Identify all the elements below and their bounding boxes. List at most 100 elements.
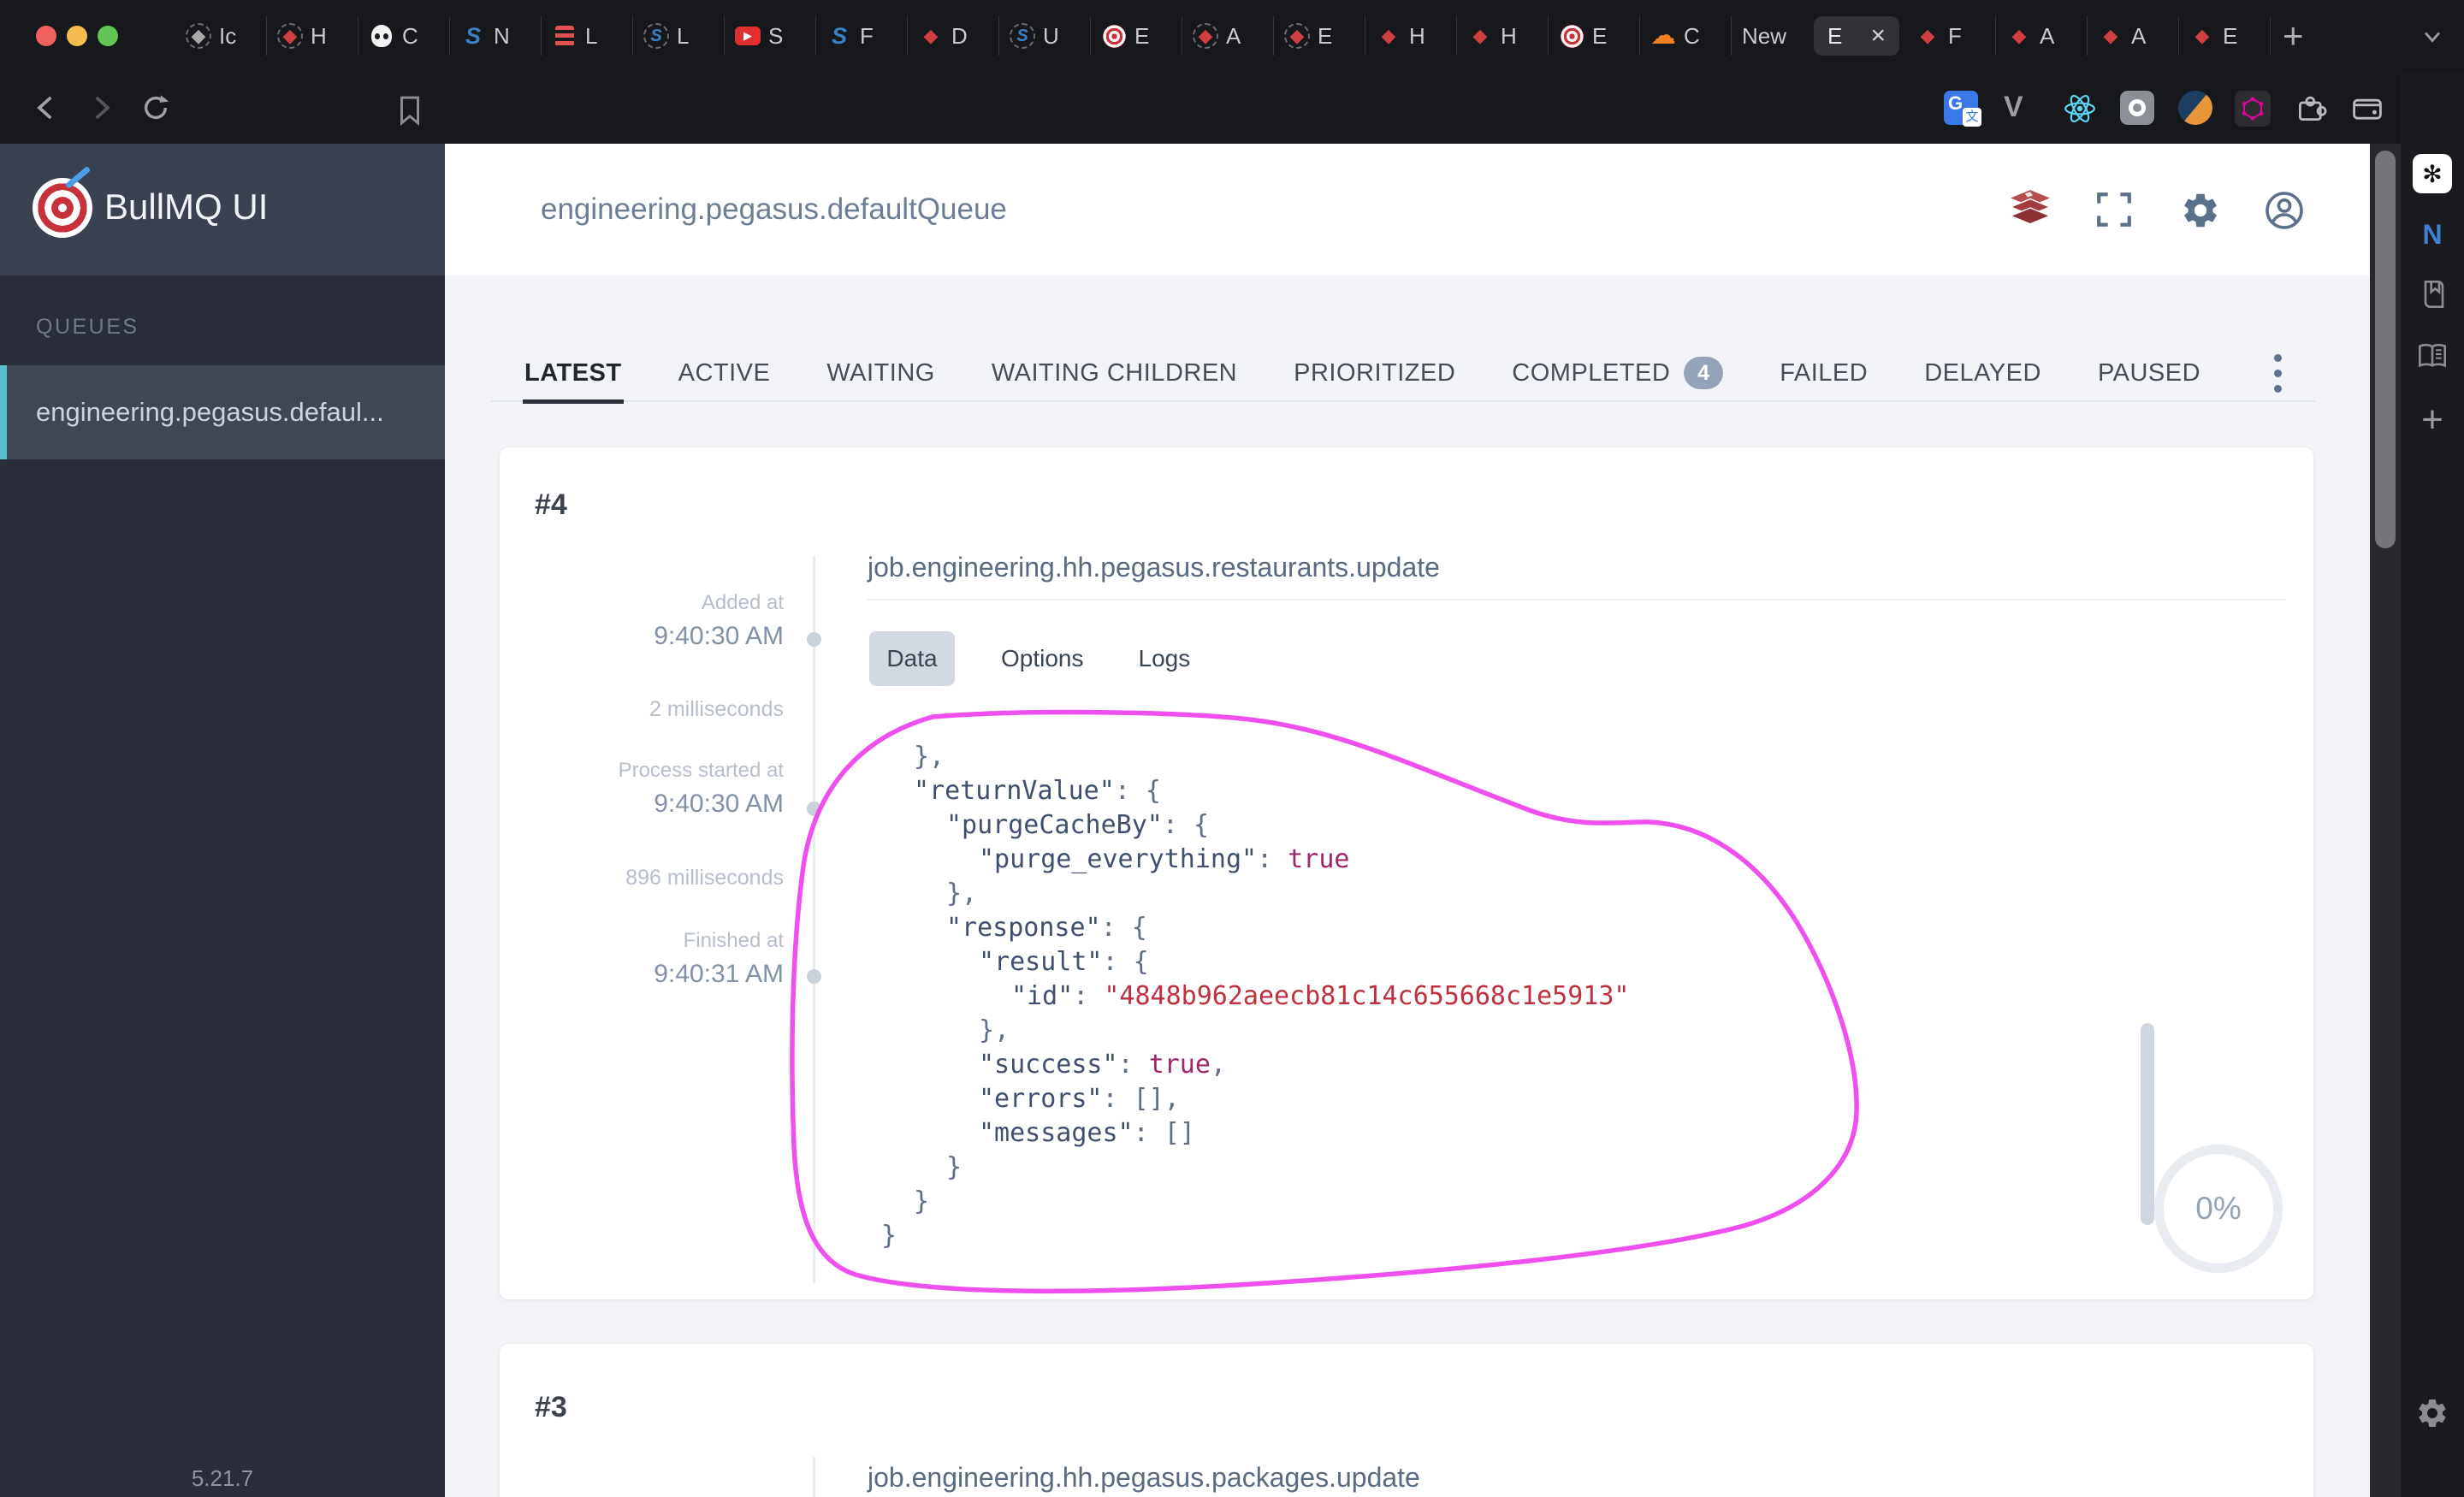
status-tab-delayed[interactable]: DELAYED: [1924, 359, 2041, 388]
reload-icon[interactable]: [139, 91, 173, 125]
browser-tab[interactable]: SN: [450, 16, 542, 56]
status-tab-waiting-children[interactable]: WAITING CHILDREN: [992, 359, 1237, 388]
job-tab-logs[interactable]: Logs: [1130, 645, 1199, 672]
close-tab-icon[interactable]: ×: [1870, 21, 1886, 50]
forward-icon[interactable]: [84, 91, 118, 125]
browser-tab[interactable]: SL: [633, 16, 725, 56]
zoom-window-button[interactable]: [98, 26, 118, 46]
active-indicator: [0, 365, 7, 459]
browser-tab-strip: ◆ Ic ◆ H C S N L S L ▶ S S F ◆ D S U E ◆ A ◆ E ◆ H ◆ H E ☁ C New E × ◆ F ◆…: [0, 0, 2464, 72]
status-tab-label: WAITING CHILDREN: [991, 358, 1238, 387]
red-diamond-loading-icon: ◆: [277, 23, 303, 49]
browser-toolbar: pegasus-helper.hh-engineering.my.id/bull…: [0, 72, 2464, 207]
browser-tab[interactable]: ◆ A: [1182, 16, 1274, 56]
code-scrollbar[interactable]: [2141, 1023, 2154, 1225]
sidebar-header: BullMQ UI: [0, 144, 445, 275]
minimize-window-button[interactable]: [67, 26, 87, 46]
tab-label: U: [1043, 22, 1059, 49]
wallet-icon[interactable]: [2349, 91, 2385, 127]
browser-tab[interactable]: ◆ H: [1457, 16, 1549, 56]
queue-name-label: engineering.pegasus.defaul...: [36, 397, 384, 427]
react-devtools-icon[interactable]: [2062, 91, 2098, 127]
user-icon[interactable]: [2264, 190, 2305, 231]
timeline-label: Added at: [701, 591, 784, 614]
status-tab-failed[interactable]: FAILED: [1780, 359, 1868, 388]
google-translate-icon[interactable]: G文: [1944, 91, 1981, 129]
red-diamond-icon: ◆: [1381, 25, 1396, 46]
browser-tab[interactable]: ◆ H: [267, 16, 358, 56]
puzzle-icon[interactable]: [2293, 91, 2329, 127]
tab-label: E: [1134, 22, 1150, 49]
code-line: }: [946, 1152, 962, 1182]
status-tab-paused[interactable]: PAUSED: [2098, 359, 2200, 388]
back-icon[interactable]: [29, 91, 63, 125]
sidebar-item-queue[interactable]: engineering.pegasus.defaul...: [0, 365, 445, 459]
browser-tab[interactable]: ◆ E: [1274, 16, 1365, 56]
app-version: 5.21.7: [191, 1465, 254, 1491]
n-logo-icon[interactable]: N: [2422, 219, 2442, 251]
browser-tab[interactable]: SF: [816, 16, 908, 56]
job-tab-data[interactable]: Data: [869, 631, 955, 686]
browser-tab[interactable]: ◆ F: [1904, 16, 1996, 56]
status-tab-waiting[interactable]: WAITING: [826, 359, 934, 388]
status-tab-prioritized[interactable]: PRIORITIZED: [1294, 359, 1455, 388]
status-tab-latest[interactable]: LATEST: [523, 359, 625, 404]
browser-tab[interactable]: ◆ E: [2179, 16, 2271, 56]
settings-gear-icon[interactable]: [2180, 190, 2221, 231]
code-line: "success": true,: [979, 1050, 1226, 1080]
status-tab-label: ACTIVE: [678, 358, 771, 387]
chatgpt-icon[interactable]: ✻: [2413, 154, 2452, 193]
new-tab-button[interactable]: +: [2283, 15, 2304, 56]
bullmq-target-logo-icon: [33, 165, 92, 238]
red-diamond-icon: ◆: [923, 25, 939, 46]
red-diamond-loading-icon: ◆: [1284, 23, 1310, 49]
code-line: "result": {: [979, 947, 1149, 977]
tab-overflow-chevron-icon[interactable]: [2418, 22, 2447, 51]
fullscreen-icon[interactable]: [2094, 190, 2134, 229]
color-swirl-icon[interactable]: [2178, 91, 2212, 129]
divider: [868, 599, 2286, 601]
bookmark-icon[interactable]: [395, 94, 424, 127]
job-id: #3: [535, 1391, 567, 1423]
add-icon[interactable]: +: [2421, 399, 2443, 441]
browser-tab[interactable]: E: [1091, 16, 1182, 56]
browser-tab[interactable]: ◆ A: [2088, 16, 2179, 56]
tab-label: E: [1318, 22, 1333, 49]
red-diamond-loading-icon: ◆: [1193, 23, 1218, 49]
scrollbar-thumb[interactable]: [2375, 151, 2396, 548]
browser-side-strip: ✻ N +: [2401, 72, 2464, 1497]
camera-icon[interactable]: [2120, 91, 2154, 129]
graphql-icon[interactable]: [2235, 91, 2271, 127]
cloudflare-icon: ☁: [1650, 21, 1676, 50]
status-tab-completed[interactable]: COMPLETED 4: [1512, 357, 1724, 389]
timeline-time: 9:40:30 AM: [654, 790, 784, 818]
bookmarks-book-icon[interactable]: [2415, 277, 2449, 311]
browser-tab[interactable]: E: [1549, 16, 1640, 56]
app-header: engineering.pegasus.defaultQueue: [445, 144, 2370, 275]
red-diamond-icon: ◆: [2194, 25, 2210, 46]
status-tab-active[interactable]: ACTIVE: [678, 359, 771, 388]
browser-tab[interactable]: SU: [999, 16, 1091, 56]
browser-tab[interactable]: ◆ H: [1365, 16, 1457, 56]
job-tab-options[interactable]: Options: [992, 645, 1093, 672]
settings-gear-icon[interactable]: [2415, 1396, 2449, 1430]
browser-tab[interactable]: ◆ A: [1996, 16, 2088, 56]
browser-tab[interactable]: L: [542, 16, 633, 56]
completed-count-badge: 4: [1684, 357, 1724, 389]
job-card-3: #3 job.engineering.hh.pegasus.packages.u…: [500, 1344, 2313, 1497]
browser-tab[interactable]: ◆ Ic: [175, 16, 267, 56]
vue-devtools-icon[interactable]: V: [2004, 91, 2023, 124]
browser-tab[interactable]: ☁ C: [1640, 16, 1732, 56]
close-window-button[interactable]: [36, 26, 56, 46]
code-line: "purgeCacheBy": {: [946, 810, 1210, 840]
reading-list-icon[interactable]: [2414, 339, 2451, 373]
more-options-kebab-icon[interactable]: [2272, 354, 2283, 400]
red-diamond-icon: ◆: [1920, 25, 1935, 46]
browser-tab-new[interactable]: New: [1732, 16, 1809, 56]
redis-icon[interactable]: [2009, 188, 2052, 228]
browser-tab[interactable]: ◆ D: [908, 16, 999, 56]
browser-tab[interactable]: ▶ S: [725, 16, 816, 56]
browser-tab[interactable]: C: [358, 16, 450, 56]
browser-tab-active[interactable]: E ×: [1814, 16, 1899, 56]
code-line: },: [914, 742, 945, 772]
